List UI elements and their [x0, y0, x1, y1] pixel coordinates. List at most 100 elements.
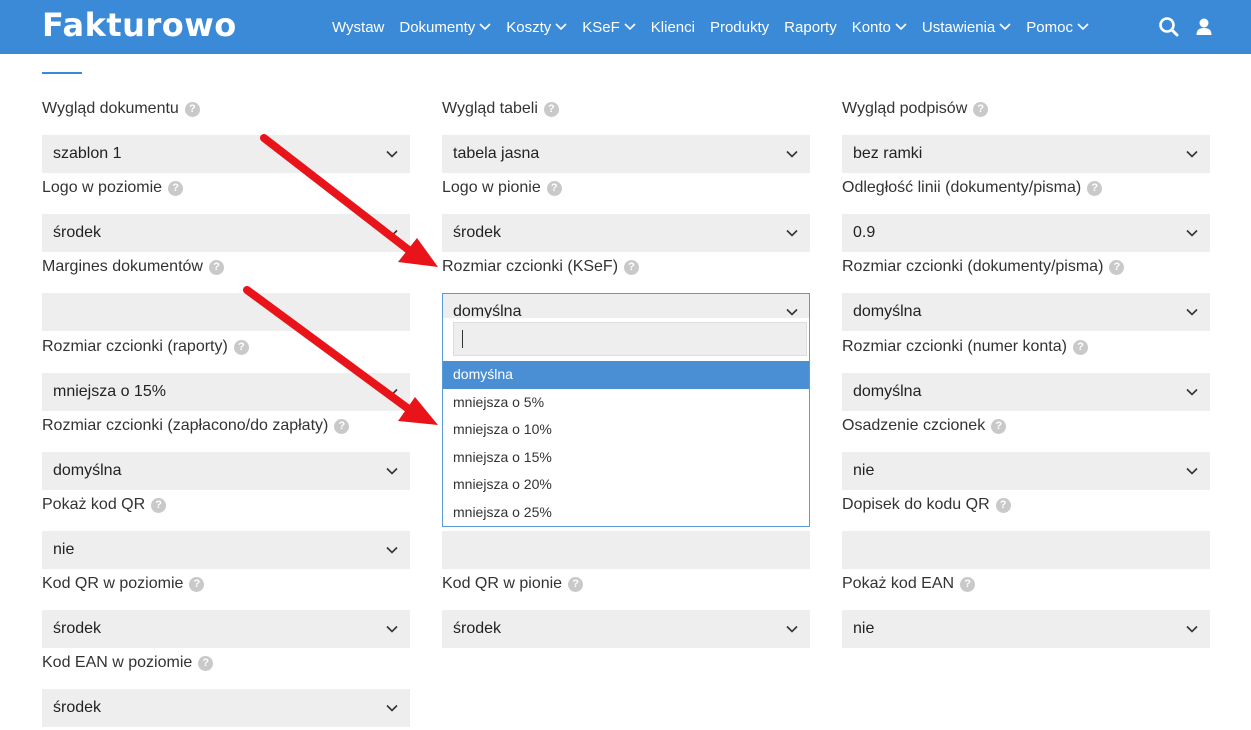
logo-w-poziomie-select[interactable]: środek — [42, 214, 410, 252]
help-icon[interactable]: ? — [189, 576, 205, 592]
nav-item-raporty[interactable]: Raporty — [784, 19, 837, 36]
field-label: Pokaż kod QR — [42, 496, 146, 513]
dropdown-option[interactable]: mniejsza o 20% — [443, 471, 809, 499]
chevron-down-icon — [1186, 625, 1198, 633]
select-value: środek — [53, 224, 102, 241]
dropdown-option[interactable]: mniejsza o 25% — [443, 499, 809, 527]
dropdown-option[interactable]: mniejsza o 5% — [443, 389, 809, 417]
osadzenie-czcionek-select[interactable]: nie — [842, 452, 1210, 490]
dropdown-option[interactable]: mniejsza o 10% — [443, 416, 809, 444]
user-icon[interactable] — [1193, 16, 1215, 38]
help-icon[interactable]: ? — [568, 576, 584, 592]
dropdown-search-input[interactable] — [453, 322, 807, 356]
chevron-down-icon — [479, 23, 491, 31]
odleglosc-linii-select[interactable]: 0.9 — [842, 214, 1210, 252]
nav-item-pomoc[interactable]: Pomoc — [1026, 19, 1089, 36]
pokaz-kod-ean-select[interactable]: nie — [842, 610, 1210, 648]
help-icon[interactable]: ? — [991, 418, 1007, 434]
field-label: Kod QR w poziomie — [42, 575, 184, 592]
kod-ean-w-poziomie-select[interactable]: środek — [42, 689, 410, 727]
dopisek-do-kodu-qr-input[interactable] — [842, 531, 1210, 569]
rozmiar-czcionki-zaplacono-select[interactable]: domyślna — [42, 452, 410, 490]
dropdown-option[interactable]: mniejsza o 15% — [443, 444, 809, 472]
rozmiar-czcionki-raporty-select[interactable]: mniejsza o 15% — [42, 373, 410, 411]
nav-label: Wystaw — [332, 18, 385, 36]
nav-item-ksef[interactable]: KSeF — [582, 19, 636, 36]
nav-label: Produkty — [709, 18, 770, 36]
field-margines-dokumentow: Margines dokumentów? — [42, 255, 410, 331]
field-label: Osadzenie czcionek — [842, 417, 986, 434]
chevron-down-icon — [624, 23, 636, 31]
help-icon[interactable]: ? — [1087, 180, 1103, 196]
logo-w-pionie-select[interactable]: środek — [442, 214, 810, 252]
nav-label: Klienci — [650, 18, 695, 36]
dropdown-options: domyślna mniejsza o 5% mniejsza o 10% mn… — [443, 361, 809, 527]
select-value: szablon 1 — [53, 145, 122, 162]
chevron-down-icon — [386, 625, 398, 633]
chevron-down-icon — [1186, 308, 1198, 316]
field-label: Wygląd dokumentu — [42, 100, 179, 117]
nav-label: Ustawienia — [921, 18, 996, 36]
chevron-down-icon — [1186, 150, 1198, 158]
select-value: nie — [53, 541, 75, 558]
select-value: środek — [453, 224, 502, 241]
chevron-down-icon — [386, 546, 398, 554]
help-icon[interactable]: ? — [543, 101, 559, 117]
app-logo[interactable]: Fakturowo — [42, 6, 237, 44]
nav-item-koszty[interactable]: Koszty — [506, 19, 567, 36]
rozmiar-czcionki-numer-konta-select[interactable]: domyślna — [842, 373, 1210, 411]
help-icon[interactable]: ? — [151, 497, 167, 513]
help-icon[interactable]: ? — [334, 418, 350, 434]
help-icon[interactable]: ? — [1109, 259, 1125, 275]
kod-qr-w-pionie-select[interactable]: środek — [442, 610, 810, 648]
field-label: Odległość linii (dokumenty/pisma) — [842, 179, 1082, 196]
hidden-field-input[interactable] — [442, 531, 810, 569]
select-value: środek — [53, 699, 102, 716]
wyglad-tabeli-select[interactable]: tabela jasna — [442, 135, 810, 173]
help-icon[interactable]: ? — [546, 180, 562, 196]
help-icon[interactable]: ? — [995, 497, 1011, 513]
field-osadzenie-czcionek: Osadzenie czcionek? nie — [842, 414, 1210, 490]
nav-item-produkty[interactable]: Produkty — [710, 19, 769, 36]
help-icon[interactable]: ? — [184, 101, 200, 117]
field-kod-ean-w-poziomie: Kod EAN w poziomie? środek — [42, 651, 410, 727]
field-wyglad-podpisow: Wygląd podpisów? bez ramki — [842, 97, 1210, 173]
wyglad-podpisow-select[interactable]: bez ramki — [842, 135, 1210, 173]
help-icon[interactable]: ? — [233, 339, 249, 355]
nav-item-wystaw[interactable]: Wystaw — [332, 19, 384, 36]
help-icon[interactable]: ? — [624, 259, 640, 275]
nav-item-dokumenty[interactable]: Dokumenty — [399, 19, 491, 36]
nav-label: Konto — [851, 18, 891, 36]
field-label: Rozmiar czcionki (KSeF) — [442, 258, 619, 275]
help-icon[interactable]: ? — [208, 259, 224, 275]
select-value: 0.9 — [853, 224, 876, 241]
margines-dokumentow-input[interactable] — [42, 293, 410, 331]
field-logo-w-poziomie: Logo w poziomie? środek — [42, 176, 410, 252]
help-icon[interactable]: ? — [973, 101, 989, 117]
search-icon[interactable] — [1158, 16, 1180, 38]
field-rozmiar-czcionki-dokumenty: Rozmiar czcionki (dokumenty/pisma)? domy… — [842, 255, 1210, 331]
chevron-down-icon — [786, 625, 798, 633]
chevron-down-icon — [386, 388, 398, 396]
chevron-down-icon — [386, 229, 398, 237]
rozmiar-czcionki-dokumenty-select[interactable]: domyślna — [842, 293, 1210, 331]
nav-item-klienci[interactable]: Klienci — [651, 19, 695, 36]
nav-item-konto[interactable]: Konto — [852, 19, 907, 36]
dropdown-option-selected[interactable]: domyślna — [443, 361, 809, 389]
chevron-down-icon — [386, 467, 398, 475]
help-icon[interactable]: ? — [198, 655, 214, 671]
kod-qr-w-poziomie-select[interactable]: środek — [42, 610, 410, 648]
help-icon[interactable]: ? — [168, 180, 184, 196]
field-pokaz-kod-ean: Pokaż kod EAN? nie — [842, 572, 1210, 648]
field-label: Margines dokumentów — [42, 258, 203, 275]
chevron-down-icon — [555, 23, 567, 31]
wyglad-dokumentu-select[interactable]: szablon 1 — [42, 135, 410, 173]
nav-label: Dokumenty — [399, 18, 476, 36]
field-label: Dopisek do kodu QR — [842, 496, 990, 513]
nav-item-ustawienia[interactable]: Ustawienia — [922, 19, 1011, 36]
field-label: Logo w pionie — [442, 179, 541, 196]
field-label: Rozmiar czcionki (numer konta) — [842, 338, 1067, 355]
help-icon[interactable]: ? — [960, 576, 976, 592]
pokaz-kod-qr-select[interactable]: nie — [42, 531, 410, 569]
help-icon[interactable]: ? — [1072, 339, 1088, 355]
